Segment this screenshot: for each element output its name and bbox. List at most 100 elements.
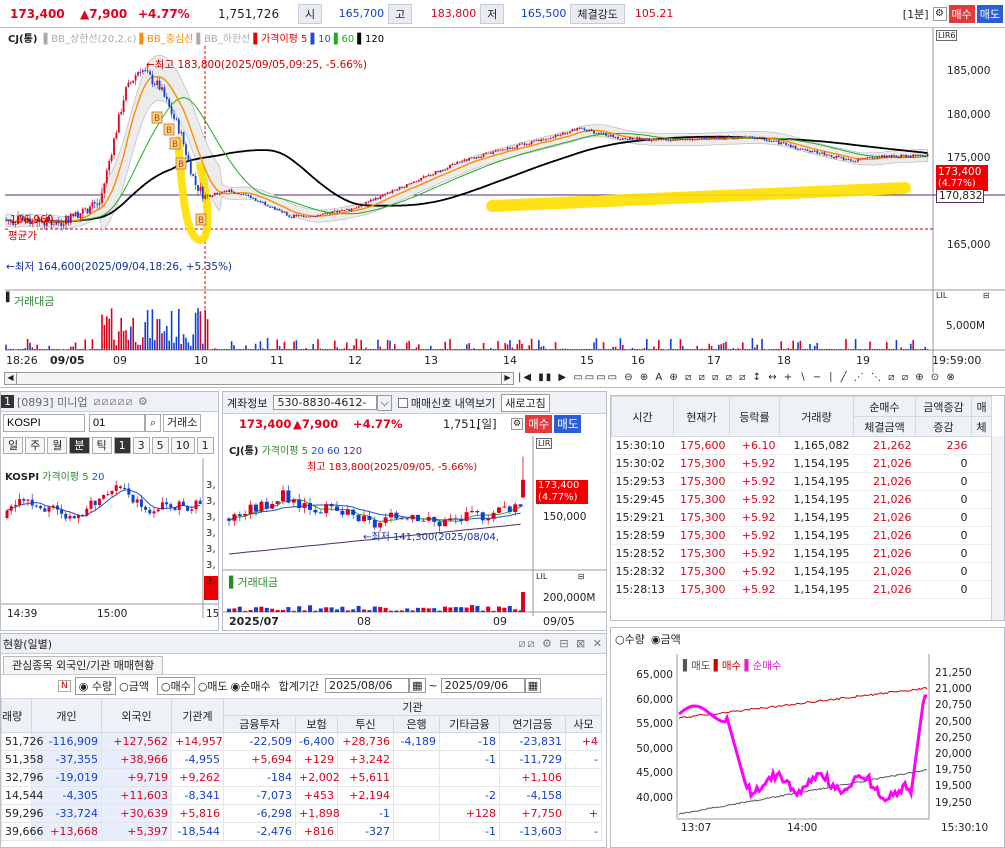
candle-body	[727, 136, 730, 138]
mini-candle-body	[89, 500, 93, 509]
volume-bar	[252, 349, 254, 350]
interval-10[interactable]: 10	[170, 436, 195, 454]
table-cell: 14,544	[1, 786, 44, 805]
account-select[interactable]: 530-8830-4612-	[273, 395, 378, 410]
settings-icon[interactable]: ⚙	[511, 418, 524, 430]
period-day[interactable]: 일	[3, 436, 24, 454]
daily-period[interactable]: [일]	[477, 416, 511, 432]
table-row[interactable]: 51,726 -116,909 +127,562 +14,957 -22,509 -6,4…	[1, 732, 603, 751]
volume-bar	[396, 349, 398, 350]
candle-body	[84, 208, 87, 210]
volume-bar	[895, 340, 898, 350]
period-minute[interactable]: 분	[69, 436, 90, 454]
volume-bar	[622, 344, 624, 350]
daily-buy-button[interactable]: 매수	[525, 415, 553, 433]
volume-bar	[878, 349, 881, 350]
sell-button[interactable]: 매도	[976, 4, 1003, 23]
volume-bar	[14, 349, 17, 350]
period-selector[interactable]: [1분]	[903, 6, 929, 22]
table-row[interactable]: 15:29:21 175,300 +5.92 1,154,195 21,026 0	[611, 508, 992, 527]
signal-checkbox[interactable]	[397, 397, 408, 408]
period-tick[interactable]: 틱	[91, 436, 112, 454]
interval-5[interactable]: 5	[151, 436, 169, 454]
volume-bar	[132, 317, 134, 350]
table-row[interactable]: 15:28:32 175,300 +5.92 1,154,195 21,026 0	[611, 562, 992, 581]
volume-bar	[619, 338, 622, 350]
chart-scrollbar[interactable]: ◀ ▶	[4, 372, 514, 385]
settings-icon[interactable]: ⚙	[932, 6, 947, 21]
table-row[interactable]: 32,796 -19,019 +9,719 +9,262 -184 +2,002 +5,61…	[1, 768, 603, 787]
calendar-icon[interactable]: ▦	[524, 678, 542, 693]
volume-bar	[434, 349, 437, 350]
candle-body	[672, 139, 675, 141]
volume-axis-icons[interactable]: LIL ⊟	[536, 572, 585, 581]
radio-net[interactable]: ◉순매수	[231, 678, 271, 694]
radio-amount[interactable]: ◉	[651, 633, 661, 646]
volume-bar	[31, 347, 34, 350]
refresh-button[interactable]: 새로고침	[501, 393, 550, 412]
candle-body	[655, 139, 658, 141]
radio-qty[interactable]: ○	[615, 633, 625, 646]
date-to-input[interactable]: 2025/09/06	[440, 678, 525, 693]
col-header: 연기금등	[499, 715, 566, 733]
radio-qty[interactable]: ◉ 수량	[74, 676, 117, 695]
daily-volume-bar	[421, 607, 426, 612]
code-input[interactable]	[89, 414, 145, 432]
volume-axis-icons[interactable]: LIL ⊟	[936, 291, 990, 300]
volume-bar	[199, 311, 202, 350]
search-icon[interactable]: ⌕	[145, 414, 161, 432]
table-row[interactable]: 15:29:45 175,300 +5.92 1,154,195 21,026 0	[611, 490, 992, 509]
candle-body	[89, 206, 91, 214]
volume-bar	[842, 349, 845, 350]
radio-amount[interactable]: ○금액	[119, 678, 149, 694]
volume-bar	[463, 349, 466, 350]
candle-body	[626, 139, 629, 140]
exchange-select[interactable]: 거래소	[163, 414, 202, 432]
main-chart-canvas[interactable]: B B B B B	[0, 28, 1005, 373]
table-scrollbar[interactable]	[991, 436, 1004, 620]
account-dropdown-icon[interactable]: ⌵	[377, 394, 392, 411]
candle-body	[185, 144, 187, 155]
table-row[interactable]: 15:28:59 175,300 +5.92 1,154,195 21,026 0	[611, 526, 992, 545]
interval-3[interactable]: 3	[132, 436, 150, 454]
table-cell: 1,154,195	[779, 526, 854, 545]
flow-left-tick: 60,000	[636, 693, 673, 706]
col-amount-change-select[interactable]: 금액증감	[915, 396, 972, 417]
daily-sell-button[interactable]: 매도	[554, 415, 582, 433]
daily-volume-bar	[362, 609, 366, 612]
candle-body	[480, 156, 483, 158]
table-cell: -8,341	[171, 786, 224, 805]
table-row[interactable]: 14,544 -4,305 +11,603 -8,341 -7,073 +453 +2,19…	[1, 786, 603, 805]
tab-interest-foreign[interactable]: 관심종목 외국인/기관 매매현황	[3, 656, 164, 674]
buy-button[interactable]: 매수	[948, 4, 975, 23]
main-chart[interactable]: B B B B B CJ(통) ▌BB_상한선(20,2,c) ▌BB_중심선 ▌B…	[0, 28, 1005, 388]
period-month[interactable]: 월	[47, 436, 68, 454]
panel-tool-icons[interactable]: ⧄⧄ ⚙ ⊟ ⊠ ✕	[519, 637, 605, 651]
table-row[interactable]: 15:30:10 175,600 +6.10 1,165,082 21,262 236	[611, 436, 992, 455]
table-row[interactable]: 15:29:53 175,300 +5.92 1,154,195 21,026 0	[611, 472, 992, 491]
calendar-icon[interactable]: ▦	[409, 678, 426, 693]
interval-1[interactable]: 1	[113, 436, 131, 454]
table-row[interactable]: 51,358 -37,355 +38,966 -4,955 +5,694 +129 +3,2…	[1, 750, 603, 769]
table-row[interactable]: 59,296 -33,724 +30,639 +5,816 -6,298 +1,898 -1…	[1, 804, 603, 823]
interval-select[interactable]: 1	[196, 436, 214, 454]
table-row[interactable]: 15:28:13 175,300 +5.92 1,154,195 21,026 0	[611, 580, 992, 599]
axis-toggle-icons[interactable]: LIR	[536, 438, 553, 449]
table-row[interactable]: 15:30:02 175,300 +5.92 1,154,195 21,026 0	[611, 454, 992, 473]
candle-body	[393, 189, 396, 191]
chart-toolbar[interactable]: |◀ ▮▮ ▶ ▭▭▭▭ ⊖ ⊕ A ⊕ ⧄ ⧄ ⧄ ⧄ ⧄ ↕ ↔ + ∖ −…	[518, 372, 957, 383]
table-row[interactable]: 39,666 +13,668 +5,397 -18,544 -2,476 +816 -327…	[1, 822, 603, 841]
date-from-input[interactable]: 2025/08/06	[325, 678, 410, 693]
radio-sell[interactable]: ○매도	[198, 678, 228, 694]
candle-body	[729, 136, 732, 138]
candle-body	[768, 140, 771, 142]
radio-buy[interactable]: ○매수	[156, 676, 195, 695]
period-week[interactable]: 주	[25, 436, 46, 454]
axis-toggle-icons[interactable]: LIR6	[936, 30, 958, 41]
option-n-icon[interactable]: N	[58, 679, 71, 692]
panel-tool-icons[interactable]: ⧄⧄⧄⧄⧄ ⚙	[93, 395, 148, 409]
table-row[interactable]: 15:28:52 175,300 +5.92 1,154,195 21,026 0	[611, 544, 992, 563]
mini-index-chart[interactable]	[1, 458, 219, 631]
candle-body	[355, 207, 358, 209]
index-input[interactable]	[3, 414, 85, 432]
